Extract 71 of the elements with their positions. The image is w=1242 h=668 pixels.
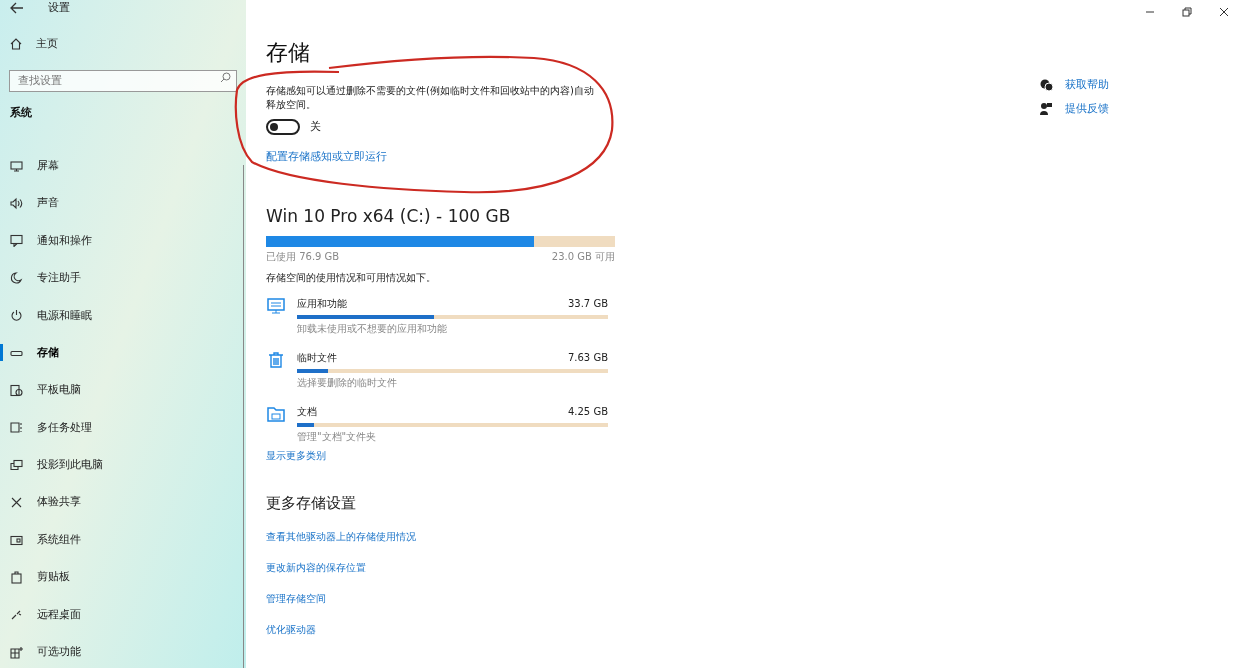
category-name: 临时文件 bbox=[297, 351, 337, 365]
drive-title: Win 10 Pro x64 (C:) - 100 GB bbox=[266, 205, 512, 227]
settings-link[interactable]: 优化驱动器 bbox=[266, 620, 316, 639]
settings-link[interactable]: 查看其他驱动器上的存储使用情况 bbox=[266, 527, 416, 546]
sidebar-icon bbox=[10, 384, 23, 398]
help-link[interactable]: 获取帮助 bbox=[1065, 76, 1109, 94]
section-title: 更多存储设置 bbox=[266, 493, 357, 514]
sidebar-icon bbox=[10, 608, 23, 622]
section-heading: 系统 bbox=[9, 105, 33, 121]
show-more-categories-link[interactable]: 显示更多类别 bbox=[266, 448, 616, 463]
sidebar-icon bbox=[10, 271, 23, 285]
sidebar-item[interactable]: 电源和睡眠 bbox=[0, 297, 246, 335]
feedback-link[interactable]: 提供反馈 bbox=[1065, 100, 1109, 118]
sidebar-icon bbox=[10, 159, 23, 173]
search-field[interactable]: 查找设置 bbox=[9, 69, 237, 92]
sidebar-icon bbox=[10, 421, 23, 435]
back-button[interactable] bbox=[10, 2, 24, 15]
category-name: 文档 bbox=[297, 405, 317, 419]
sidebar-item[interactable]: 通知和操作 bbox=[0, 222, 246, 260]
restore-icon bbox=[1181, 7, 1192, 17]
settings-link[interactable]: 更改新内容的保存位置 bbox=[266, 558, 366, 577]
category-name: 应用和功能 bbox=[297, 297, 347, 311]
sidebar-icon bbox=[10, 645, 23, 659]
sidebar-item[interactable]: 多任务处理 bbox=[0, 409, 246, 447]
home-icon bbox=[10, 37, 22, 50]
category-hint: 卸载未使用或不想要的应用和功能 bbox=[297, 322, 448, 336]
description-text: 存储感知可以通过删除不需要的文件(例如临时文件和回收站中的内容)自动释放空间。 bbox=[266, 84, 595, 112]
category-size: 4.25 GB bbox=[567, 405, 608, 419]
category-hint: 管理"文档"文件夹 bbox=[297, 430, 378, 444]
toggle-label: 关 bbox=[310, 119, 321, 135]
toggle-switch[interactable] bbox=[266, 119, 300, 136]
window-title: 设置 bbox=[48, 0, 70, 16]
search-icon bbox=[220, 72, 231, 83]
storage-category[interactable]: 临时文件 7.63 GB 选择要删除的临时文件 bbox=[266, 350, 616, 394]
sidebar-icon bbox=[10, 234, 23, 248]
category-icon bbox=[266, 296, 286, 316]
sidebar-icon bbox=[10, 533, 23, 547]
sidebar-item[interactable]: 专注助手 bbox=[0, 259, 246, 298]
home-link[interactable]: 主页 bbox=[0, 35, 246, 52]
storage-category[interactable]: 文档 4.25 GB 管理"文档"文件夹 bbox=[266, 404, 616, 448]
category-size: 7.63 GB bbox=[567, 351, 608, 365]
category-icon bbox=[266, 350, 286, 370]
settings-link[interactable]: 管理存储空间 bbox=[266, 589, 326, 608]
usage-note: 存储空间的使用情况和可用情况如下。 bbox=[266, 271, 437, 285]
free-space-label: 23.0 GB 可用 bbox=[551, 250, 615, 264]
close-icon bbox=[1218, 7, 1229, 17]
sidebar-icon bbox=[10, 197, 23, 211]
sidebar-icon bbox=[10, 496, 23, 510]
feedback-icon bbox=[1039, 102, 1053, 116]
sidebar-item[interactable]: 可选功能 bbox=[0, 633, 246, 668]
help-icon bbox=[1039, 78, 1053, 92]
sidebar-item[interactable]: 存储 bbox=[0, 334, 246, 372]
storage-category[interactable]: 应用和功能 33.7 GB 卸载未使用或不想要的应用和功能 bbox=[266, 296, 616, 340]
sidebar-item[interactable]: 体验共享 bbox=[0, 484, 246, 522]
back-arrow-icon bbox=[10, 2, 24, 15]
category-size: 33.7 GB bbox=[567, 297, 608, 311]
sidebar-item[interactable]: 远程桌面 bbox=[0, 596, 246, 634]
sidebar-icon bbox=[10, 309, 23, 323]
sidebar-item[interactable]: 屏幕 bbox=[0, 147, 246, 185]
sidebar-item[interactable]: 平板电脑 bbox=[0, 371, 246, 410]
configure-link[interactable]: 配置存储感知或立即运行 bbox=[266, 148, 616, 165]
sidebar-item[interactable]: 投影到此电脑 bbox=[0, 446, 246, 484]
page-title: 存储 bbox=[266, 39, 311, 67]
sidebar-icon bbox=[10, 571, 23, 584]
sidebar-item[interactable]: 声音 bbox=[0, 184, 246, 223]
category-icon bbox=[266, 404, 286, 424]
category-hint: 选择要删除的临时文件 bbox=[297, 376, 398, 390]
sidebar-item[interactable]: 剪贴板 bbox=[0, 558, 246, 597]
used-space-label: 已使用 76.9 GB bbox=[266, 250, 340, 264]
sidebar-item[interactable]: 系统组件 bbox=[0, 521, 246, 559]
sidebar-icon bbox=[10, 458, 23, 472]
